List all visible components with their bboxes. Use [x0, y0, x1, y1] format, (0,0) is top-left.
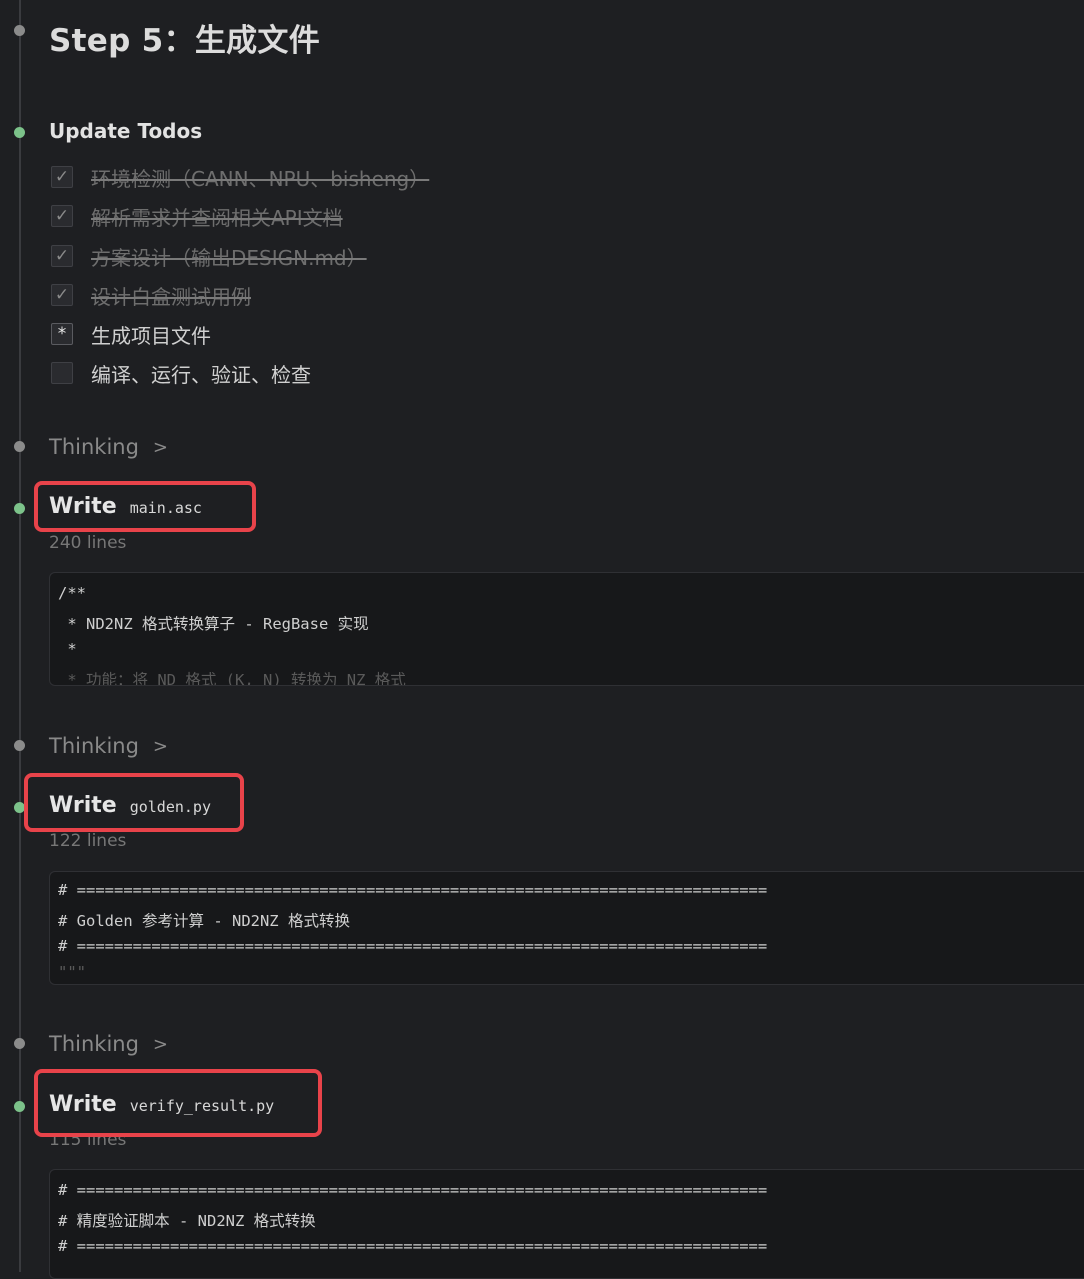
code-preview[interactable]: # ======================================… — [49, 871, 1084, 985]
code-line: # 精度验证脚本 - ND2NZ 格式转换 — [58, 1212, 316, 1230]
todo-item-active: * 生成项目文件 — [51, 321, 211, 348]
timeline-dot-success — [14, 1101, 25, 1112]
timeline-dot — [14, 25, 25, 36]
todo-label: 编译、运行、验证、检查 — [91, 362, 311, 387]
code-line: # ======================================… — [58, 1181, 768, 1199]
todo-label: 方案设计（输出DESIGN.md） — [91, 245, 367, 270]
todo-label: 环境检测（CANN、NPU、bisheng） — [91, 166, 430, 191]
code-line: * 功能：将 ND 格式 (K, N) 转换为 NZ 格式 — [58, 671, 406, 686]
page-title: Step 5：生成文件 — [49, 23, 321, 59]
todo-label: 设计白盒测试用例 — [91, 284, 251, 309]
todo-item: ✓ 解析需求并查阅相关API文档 — [51, 203, 343, 230]
todo-label: 解析需求并查阅相关API文档 — [91, 205, 343, 230]
code-line: # ======================================… — [58, 1237, 768, 1255]
timeline-dot — [14, 740, 25, 751]
write-label: Write — [49, 793, 117, 818]
thinking-label: Thinking — [49, 734, 139, 758]
thinking-toggle[interactable]: Thinking > — [49, 435, 168, 459]
checkbox-checked-icon: ✓ — [51, 205, 73, 227]
code-line: /** — [58, 584, 86, 602]
code-line: # ======================================… — [58, 881, 768, 899]
checkbox-checked-icon: ✓ — [51, 166, 73, 188]
code-preview[interactable]: /** * ND2NZ 格式转换算子 - RegBase 实现 * * 功能：将… — [49, 572, 1084, 686]
checkbox-checked-icon: ✓ — [51, 284, 73, 306]
line-count: 240 lines — [49, 533, 127, 553]
write-label: Write — [49, 494, 117, 519]
code-line: * ND2NZ 格式转换算子 - RegBase 实现 — [58, 615, 369, 633]
chevron-right-icon: > — [152, 735, 169, 757]
timeline-dot — [14, 441, 25, 452]
timeline-dot-success — [14, 503, 25, 514]
line-count: 122 lines — [49, 831, 127, 851]
todo-item-pending: 编译、运行、验证、检查 — [51, 360, 311, 387]
chevron-right-icon: > — [152, 436, 169, 458]
todo-item: ✓ 方案设计（输出DESIGN.md） — [51, 243, 367, 270]
code-line: # ======================================… — [58, 937, 768, 955]
checkbox-checked-icon: ✓ — [51, 245, 73, 267]
timeline-line — [19, 0, 21, 1272]
todo-label: 生成项目文件 — [91, 323, 211, 348]
thinking-toggle[interactable]: Thinking > — [49, 1032, 168, 1056]
checkbox-empty-icon — [51, 362, 73, 384]
write-filename: main.asc — [129, 499, 202, 517]
code-preview[interactable]: # ======================================… — [49, 1169, 1084, 1279]
thinking-label: Thinking — [49, 1032, 139, 1056]
todos-heading: Update Todos — [49, 119, 203, 143]
thinking-toggle[interactable]: Thinking > — [49, 734, 168, 758]
code-line: # Golden 参考计算 - ND2NZ 格式转换 — [58, 912, 350, 930]
write-filename: verify_result.py — [129, 1097, 275, 1115]
todo-item: ✓ 环境检测（CANN、NPU、bisheng） — [51, 164, 430, 191]
write-label: Write — [49, 1092, 117, 1117]
write-header[interactable]: Write golden.py — [49, 793, 211, 818]
in-progress-asterisk-icon: * — [51, 323, 73, 345]
chevron-right-icon: > — [152, 1033, 169, 1055]
timeline-dot-success — [14, 127, 25, 138]
timeline-dot — [14, 1038, 25, 1049]
write-header[interactable]: Write verify_result.py — [49, 1092, 274, 1117]
write-header[interactable]: Write main.asc — [49, 494, 202, 519]
thinking-label: Thinking — [49, 435, 139, 459]
code-line: """ — [58, 963, 86, 981]
write-filename: golden.py — [129, 798, 211, 816]
code-line: * — [58, 640, 77, 658]
todo-item: ✓ 设计白盒测试用例 — [51, 282, 251, 309]
